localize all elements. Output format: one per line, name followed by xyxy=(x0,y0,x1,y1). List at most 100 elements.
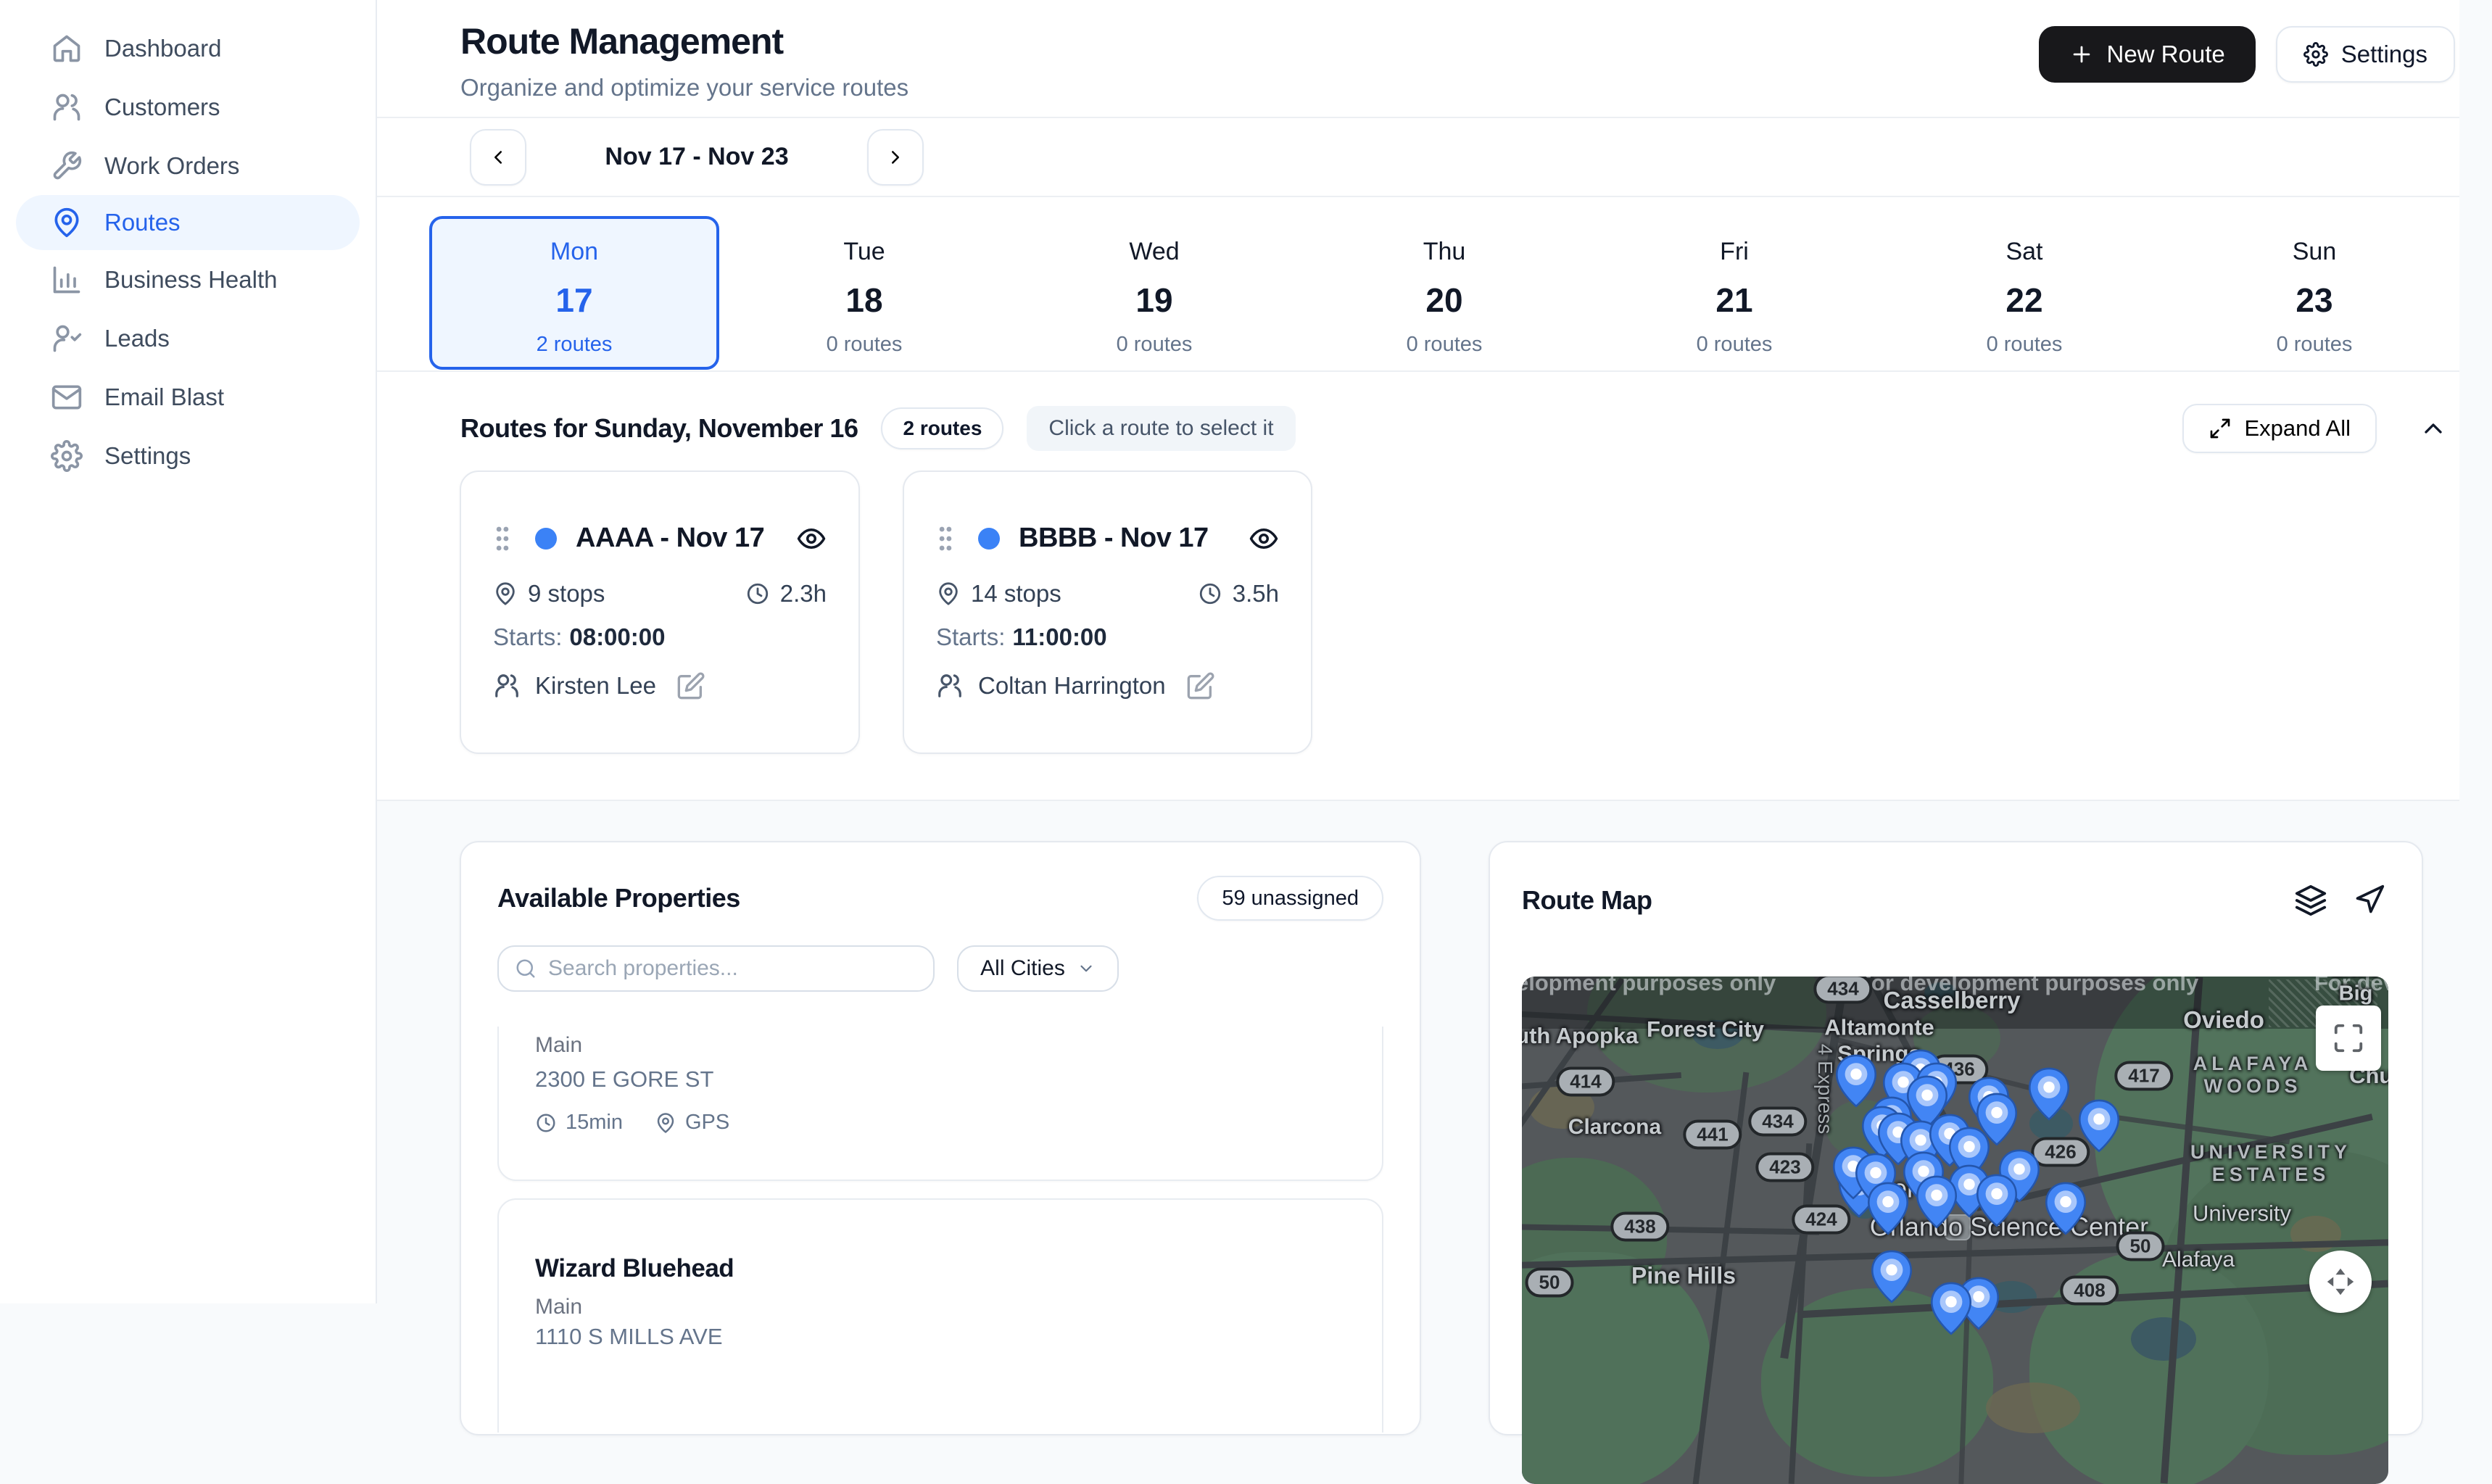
sidebar-item-dashboard[interactable]: Dashboard xyxy=(16,19,360,78)
route-name: BBBB - Nov 17 xyxy=(1019,523,1209,554)
sidebar-item-customers[interactable]: Customers xyxy=(16,78,360,136)
sidebar-item-settings[interactable]: Settings xyxy=(16,426,360,485)
expand-icon xyxy=(2209,417,2232,440)
sidebar-item-routes[interactable]: Routes xyxy=(16,195,360,250)
day-card-sat[interactable]: Sat220 routes xyxy=(1879,197,2169,370)
eye-icon[interactable] xyxy=(1249,523,1279,554)
map-title: Route Map xyxy=(1522,885,1652,916)
map-place-label: ALAFAYA WOODS xyxy=(2193,1053,2313,1098)
stop-pin-icon xyxy=(493,581,518,606)
property-line1: Main xyxy=(535,1294,1346,1320)
navigation-icon[interactable] xyxy=(2354,884,2385,917)
route-map-panel: Route Map xyxy=(1489,841,2423,1435)
plus-icon xyxy=(2069,42,2094,67)
eye-icon[interactable] xyxy=(796,523,827,554)
map-place-label: Alafaya xyxy=(2162,1248,2235,1273)
sidebar-item-label: Work Orders xyxy=(104,152,239,180)
day-card-sun[interactable]: Sun230 routes xyxy=(2169,197,2459,370)
sidebar-item-business-health[interactable]: Business Health xyxy=(16,250,360,309)
assignee-name: Kirsten Lee xyxy=(535,672,656,700)
route-duration: 3.5h xyxy=(1233,580,1279,608)
map-marker-pin[interactable] xyxy=(1916,1175,1958,1229)
map-marker-pin[interactable] xyxy=(1930,1282,1972,1335)
search-icon xyxy=(515,958,537,979)
map-marker-pin[interactable] xyxy=(1871,1250,1913,1303)
clock-icon xyxy=(1198,581,1222,606)
road-shield: 434 xyxy=(1813,977,1872,1004)
sidebar-item-label: Leads xyxy=(104,325,170,352)
day-card-mon[interactable]: Mon172 routes xyxy=(429,197,719,370)
date-range-label: Nov 17 - Nov 23 xyxy=(526,143,867,171)
map-marker-pin[interactable] xyxy=(1867,1182,1909,1235)
route-card-bbbb[interactable]: BBBB - Nov 17 14 stops 3.5h Starts:11:00… xyxy=(903,471,1312,754)
day-card-tue[interactable]: Tue180 routes xyxy=(719,197,1009,370)
clock-icon xyxy=(535,1112,557,1134)
gear-icon xyxy=(2303,42,2328,67)
search-properties-input[interactable] xyxy=(548,956,917,981)
road-shield: 438 xyxy=(1610,1212,1669,1242)
sidebar-item-email-blast[interactable]: Email Blast xyxy=(16,368,360,426)
sidebar-item-label: Dashboard xyxy=(104,35,221,62)
prev-week-button[interactable] xyxy=(470,129,526,186)
new-route-button[interactable]: New Route xyxy=(2039,26,2256,83)
fullscreen-button[interactable] xyxy=(2316,1006,2381,1071)
gps-pin-icon xyxy=(655,1112,676,1134)
map-place-label: Pine Hills xyxy=(1631,1263,1736,1290)
assignee-name: Coltan Harrington xyxy=(978,672,1166,700)
day-card-thu[interactable]: Thu200 routes xyxy=(1299,197,1589,370)
drag-handle-icon[interactable] xyxy=(493,524,512,553)
assignee-icon xyxy=(936,672,964,700)
routes-section-title: Routes for Sunday, November 16 xyxy=(460,413,858,444)
pan-control-button[interactable] xyxy=(2309,1251,2372,1313)
property-card[interactable]: Main 2300 E GORE ST 15min GPS xyxy=(497,1027,1383,1181)
map-place-label: Oviedo xyxy=(2183,1006,2264,1034)
sidebar-item-work-orders[interactable]: Work Orders xyxy=(16,136,360,195)
unassigned-badge: 59 unassigned xyxy=(1197,876,1383,921)
collapse-section-button[interactable] xyxy=(2419,414,2448,443)
map-pin-icon xyxy=(51,207,83,239)
date-navigation: Nov 17 - Nov 23 xyxy=(377,118,2459,197)
settings-button[interactable]: Settings xyxy=(2276,26,2455,83)
route-card-aaaa[interactable]: AAAA - Nov 17 9 stops 2.3h Starts:08:00:… xyxy=(460,471,860,754)
route-start-time: Starts:11:00:00 xyxy=(936,623,1279,651)
users-icon xyxy=(51,91,83,123)
map-marker-pin[interactable] xyxy=(2078,1099,2120,1153)
map-marker-pin[interactable] xyxy=(2045,1182,2087,1235)
map-watermark: For development purposes only xyxy=(1522,977,1776,996)
day-card-fri[interactable]: Fri210 routes xyxy=(1589,197,1879,370)
road-shield: 423 xyxy=(1755,1153,1814,1182)
map-marker-pin[interactable] xyxy=(1976,1174,2018,1227)
road-shield: 408 xyxy=(2060,1276,2119,1306)
road-shield: 417 xyxy=(2114,1061,2173,1091)
property-gps: GPS xyxy=(685,1111,729,1135)
routes-hint-badge: Click a route to select it xyxy=(1027,406,1295,451)
road-shield: 414 xyxy=(1556,1067,1615,1097)
stops-count: 9 stops xyxy=(528,580,605,608)
routes-count-badge: 2 routes xyxy=(881,407,1003,449)
route-duration: 2.3h xyxy=(780,580,827,608)
sidebar-item-label: Customers xyxy=(104,94,220,121)
page-header: Route Management Organize and optimize y… xyxy=(377,0,2459,118)
stops-count: 14 stops xyxy=(971,580,1061,608)
drag-handle-icon[interactable] xyxy=(936,524,955,553)
bar-chart-icon xyxy=(51,264,83,296)
map-marker-pin[interactable] xyxy=(2028,1067,2070,1121)
map-place-label: Little Big xyxy=(2330,977,2380,1006)
edit-assignee-icon[interactable] xyxy=(676,671,705,700)
map-place-label: Clarcona xyxy=(1568,1115,1661,1140)
next-week-button[interactable] xyxy=(867,129,924,186)
week-day-selector: Mon172 routes Tue180 routes Wed190 route… xyxy=(377,197,2459,372)
day-card-wed[interactable]: Wed190 routes xyxy=(1009,197,1299,370)
city-filter-select[interactable]: All Cities xyxy=(957,945,1119,992)
map-canvas[interactable]: For development purposes only For develo… xyxy=(1522,977,2388,1484)
chevron-down-icon xyxy=(1077,959,1096,978)
sidebar-item-leads[interactable]: Leads xyxy=(16,309,360,368)
search-field xyxy=(497,945,935,992)
property-card[interactable]: Wizard Bluehead Main 1110 S MILLS AVE xyxy=(497,1198,1383,1433)
layers-icon[interactable] xyxy=(2294,884,2327,917)
sidebar-item-label: Settings xyxy=(104,442,191,470)
route-name: AAAA - Nov 17 xyxy=(576,523,764,554)
expand-all-button[interactable]: Expand All xyxy=(2182,404,2377,453)
edit-assignee-icon[interactable] xyxy=(1186,671,1215,700)
route-start-time: Starts:08:00:00 xyxy=(493,623,827,651)
